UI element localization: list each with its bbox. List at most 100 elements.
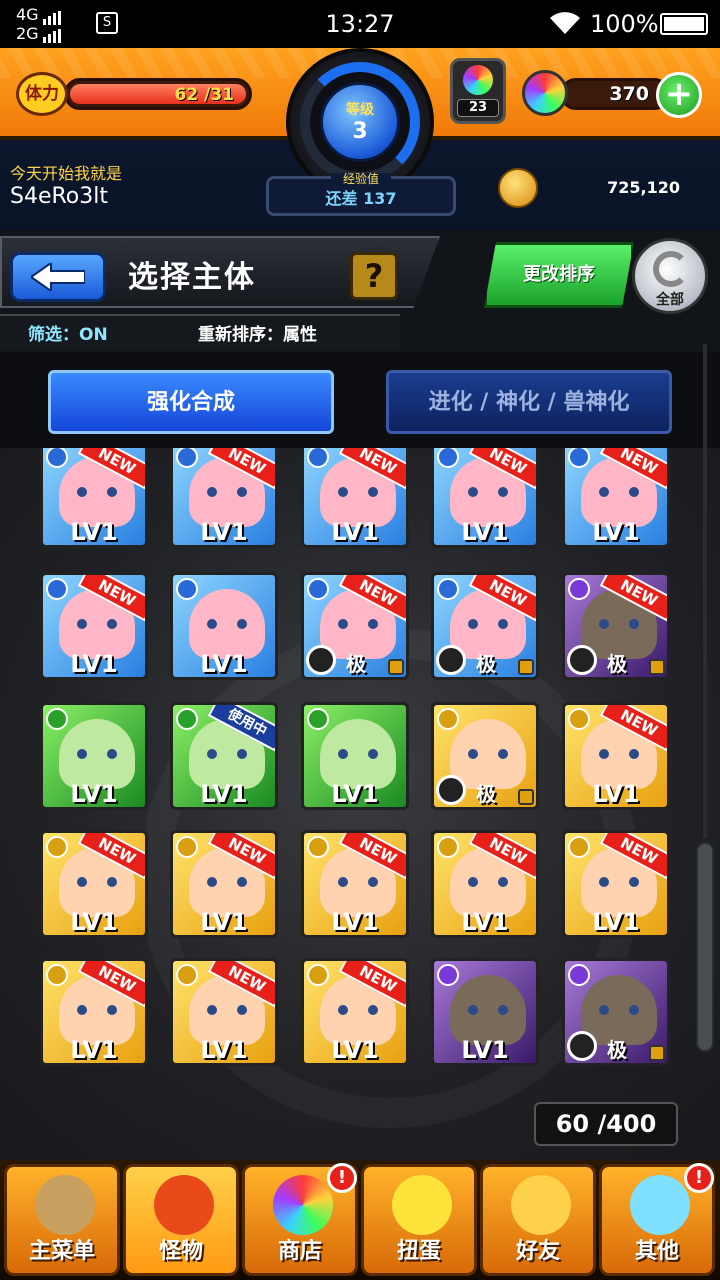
- tab-evolve[interactable]: 进化 / 神化 / 兽神化: [386, 370, 672, 434]
- wood-element-icon: [307, 708, 329, 730]
- monster-portrait: [189, 589, 265, 659]
- light-element-icon: [437, 708, 459, 730]
- nav-label: 怪物: [158, 1239, 203, 1264]
- monster-card[interactable]: NEW 极: [301, 572, 409, 680]
- monster-card[interactable]: NEW LV1: [301, 958, 409, 1066]
- scrollbar[interactable]: [696, 842, 714, 1052]
- monster-level: LV1: [200, 1036, 248, 1064]
- luck-orb-icon: [567, 645, 597, 675]
- all-label: 全部: [656, 292, 684, 308]
- bottom-nav: 主菜单 怪物 商店! 扭蛋 好友 其他!: [0, 1160, 720, 1280]
- monster-card[interactable]: NEW LV1: [170, 830, 278, 938]
- monster-card[interactable]: NEW LV1: [301, 448, 409, 548]
- monster-level: LV1: [70, 518, 118, 546]
- orb-icon: [522, 70, 568, 116]
- dark-element-icon: [437, 964, 459, 986]
- all-button[interactable]: 全部: [632, 238, 708, 314]
- nickname-caption: 今天开始我就是: [10, 164, 123, 183]
- monster-card[interactable]: NEW LV1: [170, 958, 278, 1066]
- monster-card[interactable]: NEW LV1: [170, 448, 278, 548]
- monster-card[interactable]: 极: [431, 702, 539, 810]
- max-luck-mark: 极: [346, 652, 366, 676]
- monster-portrait: [59, 719, 135, 789]
- monster-card[interactable]: NEW LV1: [301, 830, 409, 938]
- monster-level: LV1: [461, 518, 509, 546]
- lock-icon: [518, 659, 534, 675]
- lock-icon: [388, 659, 404, 675]
- monster-level: LV1: [70, 908, 118, 936]
- monster-card[interactable]: NEW LV1: [431, 448, 539, 548]
- light-element-icon: [307, 836, 329, 858]
- monster-level: LV1: [200, 518, 248, 546]
- help-button[interactable]: ?: [350, 252, 398, 300]
- monster-level: LV1: [331, 908, 379, 936]
- egg-icon: [392, 1175, 452, 1235]
- egg-icon[interactable]: 23: [450, 58, 506, 124]
- nav-item-friends[interactable]: 好友: [480, 1164, 596, 1276]
- change-sort-button[interactable]: 更改排序: [484, 242, 634, 308]
- stamina-icon: 体力: [16, 72, 68, 116]
- alert-badge: !: [327, 1163, 357, 1193]
- filter-toggle[interactable]: 筛选：ON: [28, 320, 108, 345]
- monster-card[interactable]: NEW LV1: [40, 448, 148, 548]
- monster-level: LV1: [461, 1036, 509, 1064]
- water-element-icon: [437, 578, 459, 600]
- monster-card[interactable]: NEW LV1: [562, 702, 670, 810]
- water-element-icon: [176, 448, 198, 468]
- monster-card[interactable]: LV1: [301, 702, 409, 810]
- orb-count: 370: [609, 83, 649, 105]
- monster-card[interactable]: LV1: [431, 958, 539, 1066]
- nav-item-monster[interactable]: 怪物: [123, 1164, 239, 1276]
- status-bar: 4G 2G S 13:27 100%: [0, 0, 720, 48]
- monster-card[interactable]: 使用中 LV1: [170, 702, 278, 810]
- light-element-icon: [307, 964, 329, 986]
- stamina-value: 62 /31: [174, 85, 234, 105]
- monster-level: LV1: [592, 780, 640, 808]
- max-luck-mark: 极: [476, 652, 496, 676]
- nav-item-orb[interactable]: 商店!: [242, 1163, 358, 1276]
- monster-card[interactable]: LV1: [40, 702, 148, 810]
- nav-item-other[interactable]: 其他!: [599, 1163, 715, 1276]
- monster-card[interactable]: 极: [562, 958, 670, 1066]
- nickname: S4eRo3lt: [10, 184, 108, 209]
- monster-level: LV1: [592, 908, 640, 936]
- exp-label: 经验值: [331, 173, 391, 185]
- nav-item-egg[interactable]: 扭蛋: [361, 1164, 477, 1276]
- nav-label: 扭蛋: [396, 1239, 441, 1264]
- monster-card[interactable]: NEW LV1: [562, 830, 670, 938]
- back-arrow-icon: [31, 263, 85, 291]
- luck-orb-icon: [306, 645, 336, 675]
- buy-orbs-button[interactable]: +: [656, 72, 702, 118]
- light-element-icon: [46, 964, 68, 986]
- monster-card[interactable]: LV1: [170, 572, 278, 680]
- stamina-bar: 62 /31: [64, 78, 252, 110]
- light-element-icon: [437, 836, 459, 858]
- scroll-track: [703, 344, 707, 838]
- battery-icon: [660, 13, 708, 35]
- luck-orb-icon: [436, 775, 466, 805]
- sort-label[interactable]: 重新排序：属性: [198, 320, 317, 345]
- monster-card[interactable]: NEW LV1: [40, 958, 148, 1066]
- level-value: 3: [352, 119, 368, 144]
- stamina-fill: 62 /31: [70, 84, 246, 105]
- exp-box: 经验值 还差 137: [266, 173, 456, 216]
- max-luck-mark: 极: [607, 652, 627, 676]
- tab-power-up[interactable]: 强化合成: [48, 370, 334, 434]
- monster-card[interactable]: NEW LV1: [431, 830, 539, 938]
- page-title: 选择主体: [128, 260, 256, 295]
- max-luck-mark: 极: [476, 782, 496, 806]
- player-hud: 62 /31 体力 等级 3 经验值 还差 137 23 370 + 今天开始我…: [0, 48, 720, 230]
- back-button[interactable]: [10, 252, 106, 302]
- monster-card[interactable]: NEW LV1: [40, 572, 148, 680]
- monster-card[interactable]: NEW LV1: [562, 448, 670, 548]
- monster-card[interactable]: NEW 极: [562, 572, 670, 680]
- nav-item-house[interactable]: 主菜单: [4, 1164, 120, 1276]
- monster-level: LV1: [200, 908, 248, 936]
- monster-level: LV1: [331, 1036, 379, 1064]
- orb-icon: [273, 1175, 333, 1235]
- monster-level: LV1: [70, 1036, 118, 1064]
- battery-percent: 100%: [590, 10, 659, 38]
- monster-card[interactable]: NEW 极: [431, 572, 539, 680]
- level-label: 等级: [346, 102, 374, 118]
- monster-card[interactable]: NEW LV1: [40, 830, 148, 938]
